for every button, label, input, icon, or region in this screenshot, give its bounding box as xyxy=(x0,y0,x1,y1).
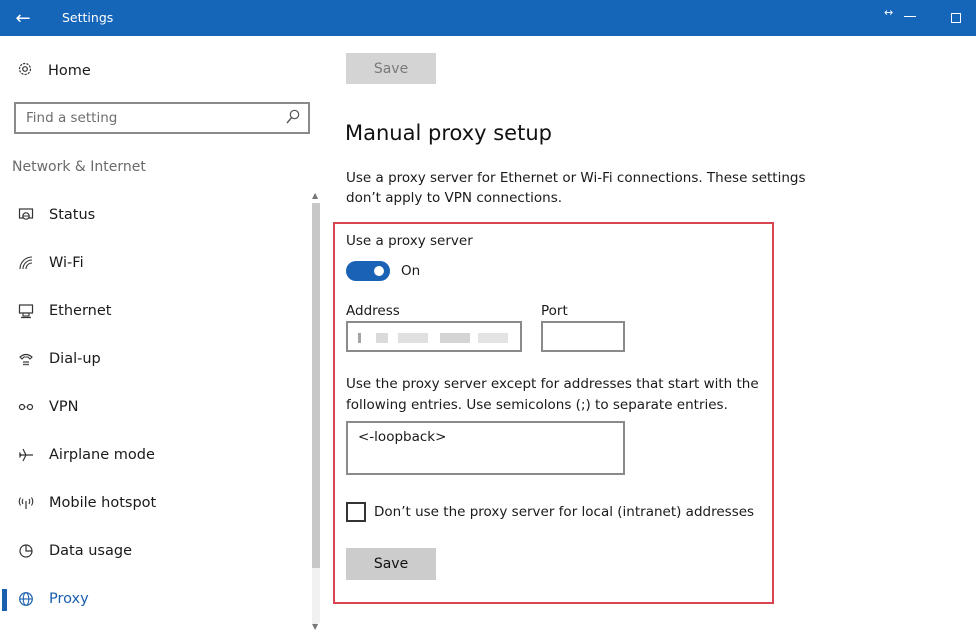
airplane-icon xyxy=(17,446,35,464)
exceptions-description: Use the proxy server except for addresse… xyxy=(346,376,759,413)
ethernet-icon xyxy=(17,302,35,320)
maximize-button[interactable] xyxy=(951,13,961,23)
back-arrow-icon: ← xyxy=(15,7,31,29)
sidebar-item-airplane-mode[interactable]: Airplane mode xyxy=(0,431,310,479)
sidebar-item-label: Mobile hotspot xyxy=(49,495,157,511)
sidebar-home[interactable]: Home xyxy=(17,61,91,81)
sidebar-item-label: Airplane mode xyxy=(49,447,155,463)
sidebar-item-wifi[interactable]: Wi-Fi xyxy=(0,239,310,287)
sidebar-item-label: Dial-up xyxy=(49,351,101,367)
search-input[interactable] xyxy=(16,104,278,132)
sidebar-item-label: Proxy xyxy=(49,591,89,607)
sidebar-item-label: Status xyxy=(49,207,96,223)
page-description: Use a proxy server for Ethernet or Wi-Fi… xyxy=(346,170,806,206)
data-usage-icon xyxy=(17,542,35,560)
sidebar-item-label: Wi-Fi xyxy=(49,255,84,271)
address-label: Address xyxy=(346,303,400,319)
globe-icon xyxy=(17,206,35,224)
group-label: Network & Internet xyxy=(12,159,146,175)
sidebar-item-label: Ethernet xyxy=(49,303,112,319)
sidebar-item-mobile-hotspot[interactable]: Mobile hotspot xyxy=(0,479,310,527)
dialup-icon xyxy=(17,350,35,368)
search-icon[interactable] xyxy=(286,109,300,125)
sidebar-item-dialup[interactable]: Dial-up xyxy=(0,335,310,383)
port-input[interactable] xyxy=(543,323,623,350)
redacted-address xyxy=(358,333,508,343)
save-button-top[interactable]: Save xyxy=(346,53,436,84)
sidebar-item-status[interactable]: Status xyxy=(0,191,310,239)
local-bypass-checkbox[interactable] xyxy=(346,502,366,522)
toggle-state-label: On xyxy=(401,263,421,279)
sidebar-nav: Status Wi-Fi Ethernet Dial-up VPN Airpla… xyxy=(0,191,310,623)
back-button[interactable]: ← xyxy=(0,0,46,36)
sidebar-item-ethernet[interactable]: Ethernet xyxy=(0,287,310,335)
page-title: Manual proxy setup xyxy=(345,121,552,145)
save-button[interactable]: Save xyxy=(346,548,436,580)
hotspot-icon xyxy=(17,494,35,512)
sidebar-item-label: VPN xyxy=(49,399,79,415)
use-proxy-label: Use a proxy server xyxy=(346,233,473,249)
scroll-down-arrow[interactable]: ▼ xyxy=(312,622,318,631)
address-field[interactable] xyxy=(346,321,522,352)
exceptions-field[interactable]: <-loopback> xyxy=(346,421,625,475)
sidebar-item-vpn[interactable]: VPN xyxy=(0,383,310,431)
resize-icon: ↔ xyxy=(884,6,894,19)
globe-icon xyxy=(17,590,35,608)
proxy-toggle[interactable] xyxy=(346,261,390,281)
exceptions-input[interactable]: <-loopback> xyxy=(348,423,623,473)
sidebar-item-proxy[interactable]: Proxy xyxy=(0,575,310,623)
port-field[interactable] xyxy=(541,321,625,352)
sidebar-home-label: Home xyxy=(48,63,91,79)
sidebar-item-label: Data usage xyxy=(49,543,132,559)
vpn-icon xyxy=(17,398,35,416)
scroll-up-arrow[interactable]: ▲ xyxy=(312,191,318,200)
search-box[interactable] xyxy=(14,102,310,134)
minimize-button[interactable] xyxy=(904,16,916,17)
toggle-knob xyxy=(374,266,384,276)
wifi-icon xyxy=(17,254,35,272)
title-bar: ← Settings ↔ xyxy=(0,0,976,36)
sidebar: Home Network & Internet Status Wi-Fi Eth… xyxy=(0,36,322,633)
window-title: Settings xyxy=(62,10,114,25)
scrollbar-thumb[interactable] xyxy=(312,203,320,568)
local-bypass-label: Don’t use the proxy server for local (in… xyxy=(374,504,755,520)
port-label: Port xyxy=(541,303,568,319)
gear-icon xyxy=(17,61,33,81)
sidebar-item-data-usage[interactable]: Data usage xyxy=(0,527,310,575)
